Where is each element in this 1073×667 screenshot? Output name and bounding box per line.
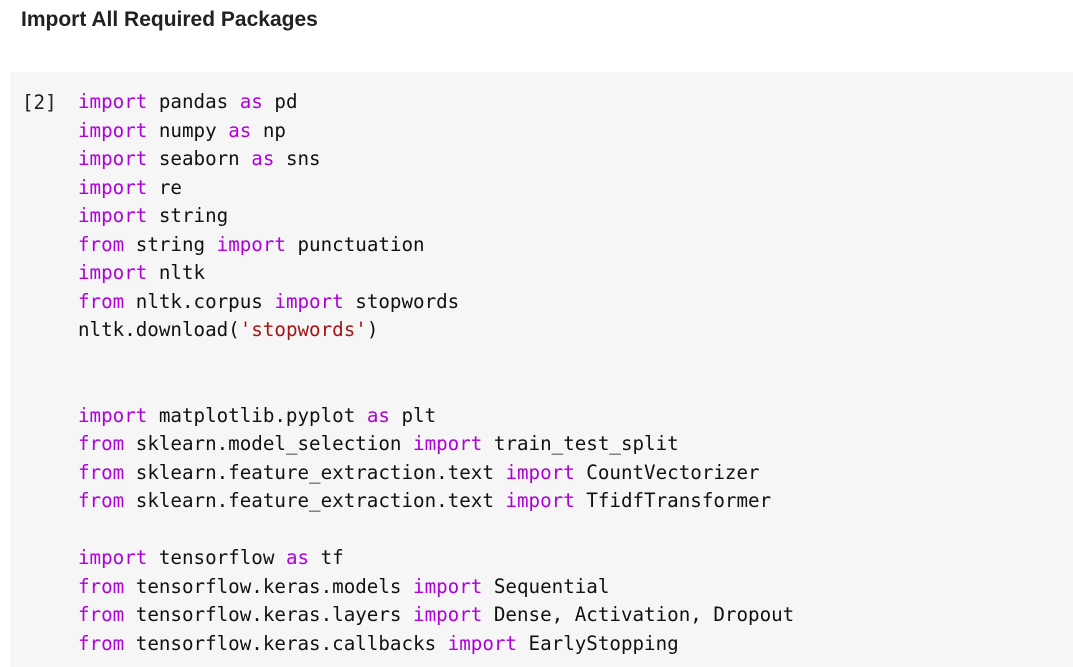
- code-text: nltk.download(: [78, 318, 240, 341]
- code-keyword: from: [78, 232, 125, 256]
- code-keyword: import: [274, 289, 344, 313]
- execution-count: [2]: [22, 91, 57, 114]
- code-keyword: from: [78, 489, 125, 512]
- code-text: Sequential: [482, 574, 610, 598]
- code-text: pandas: [147, 90, 240, 113]
- code-text: punctuation: [285, 232, 425, 256]
- code-text: np: [251, 118, 286, 142]
- notebook-page: Import All Required Packages [2] import …: [0, 0, 1073, 667]
- code-keyword: from: [78, 603, 125, 626]
- code-line: from tensorflow.keras.callbacks import E…: [78, 630, 794, 659]
- code-keyword: as: [251, 147, 275, 170]
- code-line: import seaborn as sns: [78, 145, 794, 174]
- code-keyword: import: [413, 574, 483, 598]
- code-text: tensorflow: [147, 546, 286, 569]
- code-text: sklearn.model_selection: [124, 432, 414, 455]
- code-text: CountVectorizer: [574, 460, 760, 484]
- code-string: 'stopwords': [239, 318, 367, 341]
- code-keyword: as: [239, 90, 263, 113]
- code-keyword: as: [366, 403, 390, 427]
- code-line: nltk.download('stopwords'): [78, 316, 794, 345]
- code-text: tensorflow.keras.layers: [124, 603, 414, 626]
- code-keyword: from: [78, 574, 125, 598]
- code-editor[interactable]: import pandas as pd import numpy as np imp…: [78, 88, 794, 658]
- code-text: sklearn.feature_extraction.text: [124, 460, 506, 484]
- code-text: sklearn.feature_extraction.text: [124, 489, 506, 512]
- code-text: tf: [309, 546, 344, 569]
- code-text: stopwords: [343, 289, 460, 313]
- code-keyword: as: [285, 546, 310, 569]
- code-line: from tensorflow.keras.layers import Dens…: [78, 601, 794, 630]
- code-keyword: import: [78, 90, 148, 113]
- code-line: from string import punctuation: [78, 231, 794, 260]
- code-text: pd: [262, 90, 298, 113]
- code-keyword: import: [78, 546, 148, 569]
- code-text: tensorflow.keras.callbacks: [124, 631, 448, 655]
- code-text: Dense, Activation, Dropout: [482, 603, 795, 626]
- code-line: import nltk: [78, 259, 794, 288]
- code-text: string: [124, 232, 217, 256]
- code-keyword: as: [228, 118, 252, 142]
- code-text: nltk: [147, 261, 206, 284]
- code-text: plt: [389, 403, 437, 427]
- code-line: from nltk.corpus import stopwords: [78, 288, 794, 317]
- code-line: from sklearn.feature_extraction.text imp…: [78, 459, 794, 488]
- code-keyword: from: [78, 460, 125, 484]
- code-keyword: from: [78, 432, 125, 455]
- code-line: import pandas as pd: [78, 88, 794, 117]
- code-keyword: import: [78, 261, 148, 284]
- code-text: TfidfTransformer: [574, 489, 772, 512]
- code-text: matplotlib.pyplot: [147, 403, 367, 427]
- section-heading: Import All Required Packages: [21, 8, 318, 31]
- code-line: import string: [78, 202, 794, 231]
- code-keyword: import: [78, 175, 148, 199]
- code-keyword: import: [78, 147, 148, 170]
- code-keyword: from: [78, 289, 125, 313]
- code-text: nltk.corpus: [124, 289, 275, 313]
- code-line: from sklearn.feature_extraction.text imp…: [78, 487, 794, 516]
- code-line: from tensorflow.keras.models import Sequ…: [78, 573, 794, 602]
- code-cell[interactable]: [2] import pandas as pd import numpy as n…: [10, 72, 1073, 667]
- code-line: from sklearn.model_selection import trai…: [78, 430, 794, 459]
- code-text: ): [366, 318, 379, 341]
- code-keyword: import: [447, 631, 517, 655]
- code-text: seaborn: [147, 147, 252, 170]
- code-text: string: [147, 204, 229, 227]
- code-keyword: import: [78, 118, 148, 142]
- code-keyword: import: [505, 489, 575, 512]
- code-text: numpy: [147, 118, 229, 142]
- code-text: tensorflow.keras.models: [124, 574, 414, 598]
- code-keyword: from: [78, 631, 125, 655]
- code-keyword: import: [78, 403, 148, 427]
- code-keyword: import: [505, 460, 575, 484]
- code-keyword: import: [216, 232, 286, 256]
- code-line: import matplotlib.pyplot as plt: [78, 402, 794, 431]
- code-keyword: import: [78, 204, 148, 227]
- code-text: re: [147, 175, 182, 199]
- code-line: import tensorflow as tf: [78, 544, 794, 573]
- code-keyword: import: [413, 603, 483, 626]
- code-text: train_test_split: [482, 432, 679, 455]
- code-line: import numpy as np: [78, 117, 794, 146]
- code-line: import re: [78, 174, 794, 203]
- code-keyword: import: [413, 432, 483, 455]
- code-text: EarlyStopping: [516, 631, 679, 655]
- code-text: sns: [274, 147, 321, 170]
